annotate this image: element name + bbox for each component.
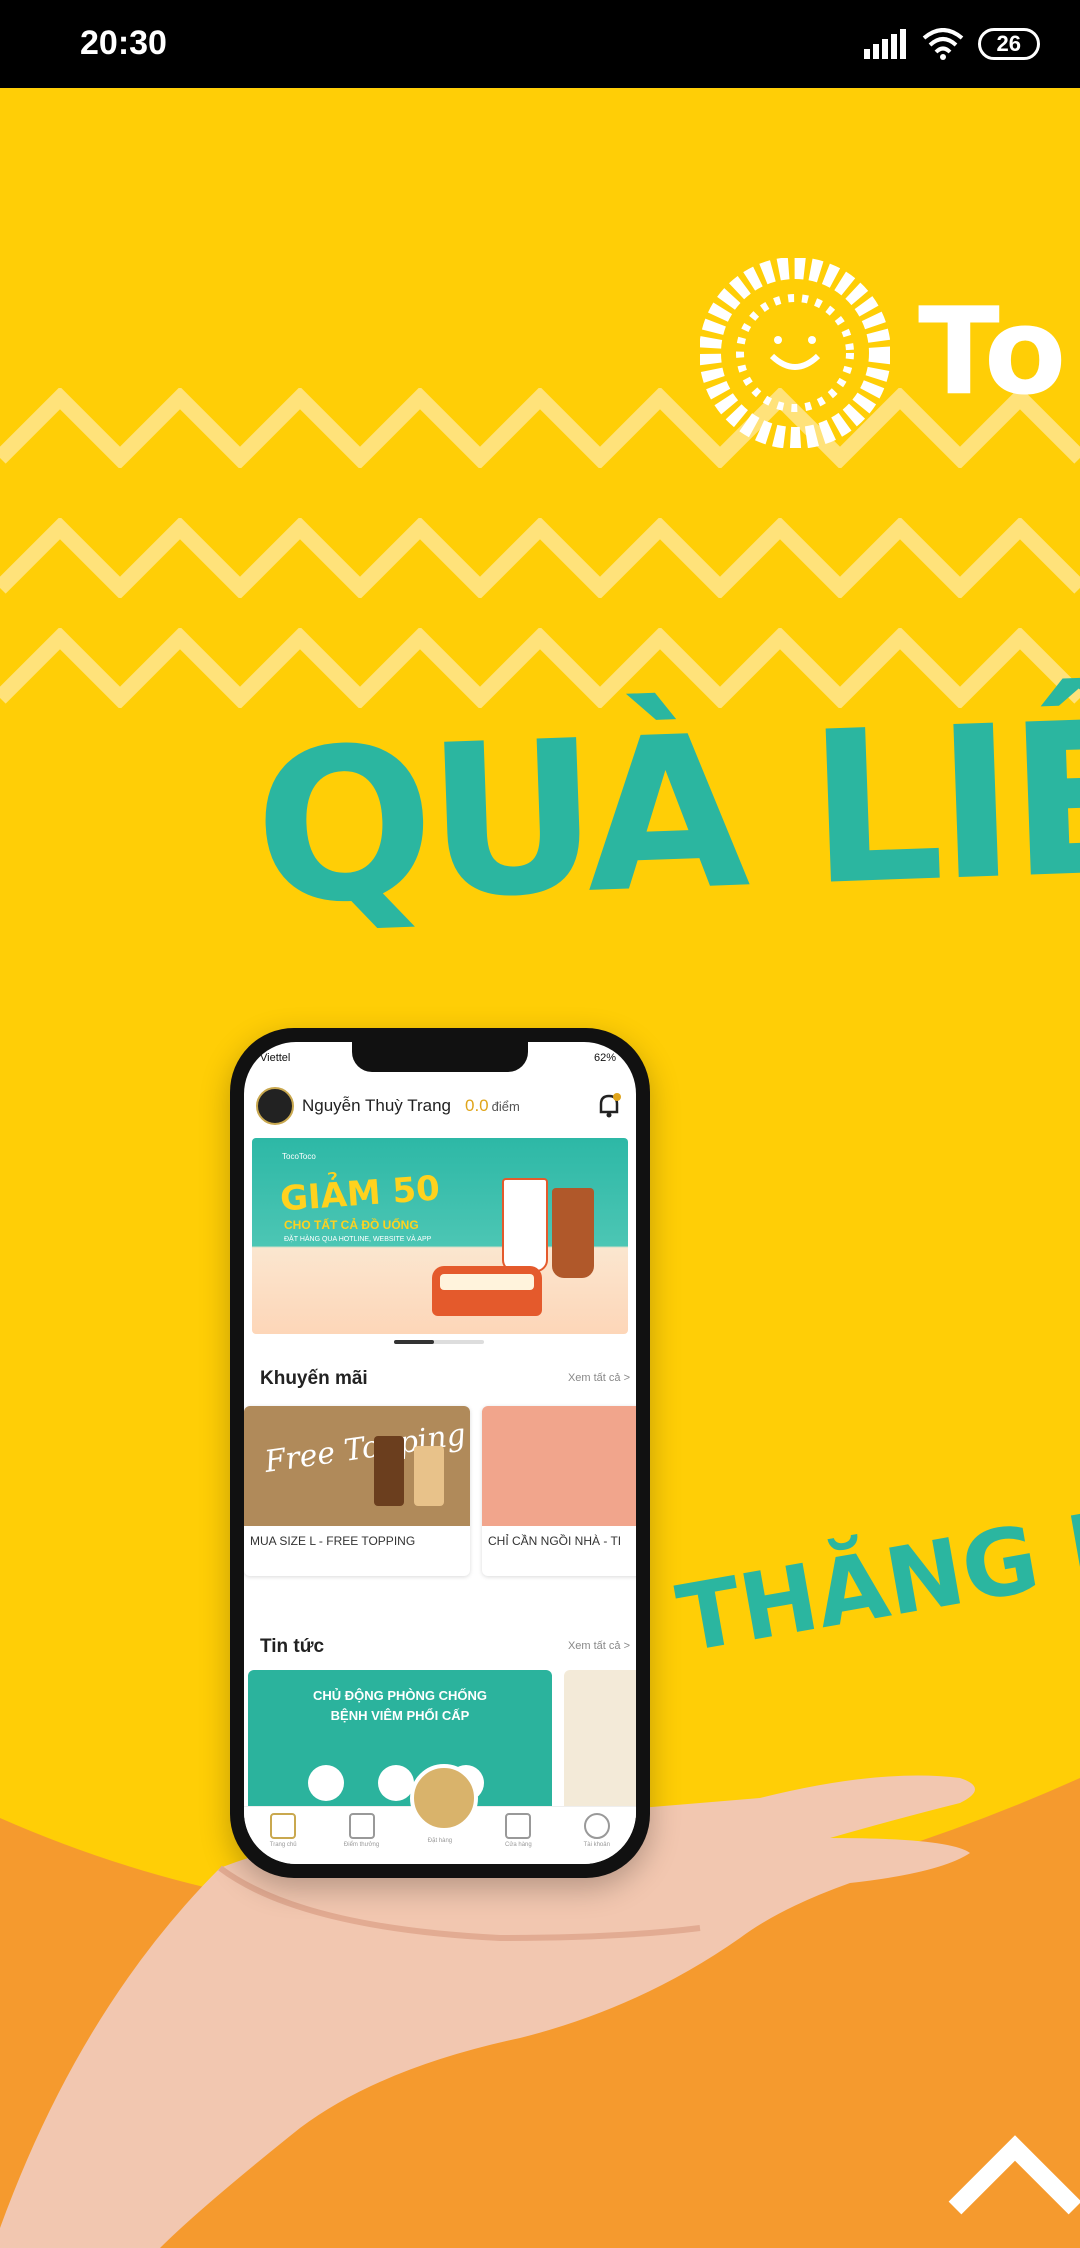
battery-icon: 26 [977, 28, 1040, 60]
ad-subline: THĂNG HẠ [670, 1473, 1080, 1674]
user-name: Nguyễn Thuỳ Trang [302, 1096, 451, 1115]
tab-account[interactable]: Tài khoản [567, 1813, 627, 1848]
bell-icon[interactable] [596, 1092, 622, 1120]
banner-title: GIẢM 50 [278, 1168, 442, 1220]
wifi-icon [922, 28, 963, 60]
banner-phone-image [502, 1178, 548, 1272]
news-card[interactable]: CHỦ ĐỘNG PHÒNG CHỐNG BỆNH VIÊM PHỔI CẤP [248, 1670, 552, 1820]
rewards-icon [348, 1813, 375, 1839]
ad-background: To QUÀ LIỀN THĂNG HẠ Viettel 62% Nguyễn … [0, 88, 1080, 2248]
zigzag-decoration [0, 518, 1080, 598]
order-cup-button[interactable] [410, 1764, 478, 1832]
brand-name: To [918, 283, 1067, 422]
promotions-see-all[interactable]: Xem tất cả > [568, 1372, 630, 1384]
promo-cup-image [414, 1446, 444, 1506]
star-logo-icon [700, 258, 890, 448]
promo-card[interactable]: Free Topping MUA SIZE L - FREE TOPPING [244, 1406, 470, 1576]
ad-headline: QUÀ LIỀN [251, 669, 1080, 952]
news-see-all[interactable]: Xem tất cả > [568, 1640, 630, 1652]
promo-card-label: CHỈ CẦN NGỒI NHÀ - TI [488, 1534, 622, 1548]
phone-mockup: Viettel 62% Nguyễn Thuỳ Trang 0.0 điểm T… [230, 1028, 650, 1878]
signal-icon [863, 29, 906, 59]
banner-small-text: ĐẶT HÀNG QUA HOTLINE, WEBSITE VÀ APP [284, 1236, 432, 1243]
user-header: Nguyễn Thuỳ Trang 0.0 điểm [256, 1086, 626, 1126]
news-icon [378, 1765, 414, 1801]
tab-rewards[interactable]: Điểm thưởng [332, 1813, 392, 1848]
promo-cup-image [374, 1436, 404, 1506]
news-icon [308, 1765, 344, 1801]
user-icon [583, 1813, 610, 1839]
promo-banner[interactable]: TocoToco GIẢM 50 CHO TẤT CẢ ĐỒ UỐNG ĐẶT … [252, 1138, 628, 1334]
home-icon [270, 1813, 297, 1839]
news-card-line2: BỆNH VIÊM PHỔI CẤP [330, 1708, 470, 1723]
phone-carrier: Viettel [260, 1052, 291, 1064]
store-icon [505, 1813, 532, 1839]
status-time: 20:30 [80, 24, 167, 62]
banner-cup-image [552, 1188, 594, 1278]
phone-battery: 62% [593, 1052, 616, 1064]
carousel-indicator [394, 1340, 484, 1344]
news-title: Tin tức [260, 1636, 325, 1657]
promo-card-image [482, 1406, 636, 1526]
banner-subtitle: CHO TẤT CẢ ĐỒ UỐNG [284, 1218, 419, 1232]
news-card[interactable] [564, 1670, 636, 1820]
banner-bus-image [432, 1266, 542, 1316]
promo-card-label: MUA SIZE L - FREE TOPPING [250, 1534, 416, 1548]
promo-card[interactable]: CHỈ CẦN NGỒI NHÀ - TI [482, 1406, 636, 1576]
status-icons: 26 [863, 28, 1040, 60]
promo-card-image: Free Topping [244, 1406, 470, 1526]
avatar[interactable] [256, 1087, 294, 1125]
banner-badge: TocoToco [282, 1152, 316, 1161]
phone-notch [352, 1042, 528, 1072]
news-card-line1: CHỦ ĐỘNG PHÒNG CHỐNG [312, 1688, 488, 1703]
status-bar: 20:30 26 [0, 0, 1080, 88]
points-label: điểm [491, 1098, 520, 1114]
phone-screen: Viettel 62% Nguyễn Thuỳ Trang 0.0 điểm T… [244, 1042, 636, 1864]
tab-stores[interactable]: Cửa hàng [488, 1813, 548, 1848]
tab-home[interactable]: Trang chủ [253, 1813, 313, 1848]
points-value: 0.0 [465, 1096, 489, 1115]
promotions-title: Khuyến mãi [260, 1368, 368, 1389]
